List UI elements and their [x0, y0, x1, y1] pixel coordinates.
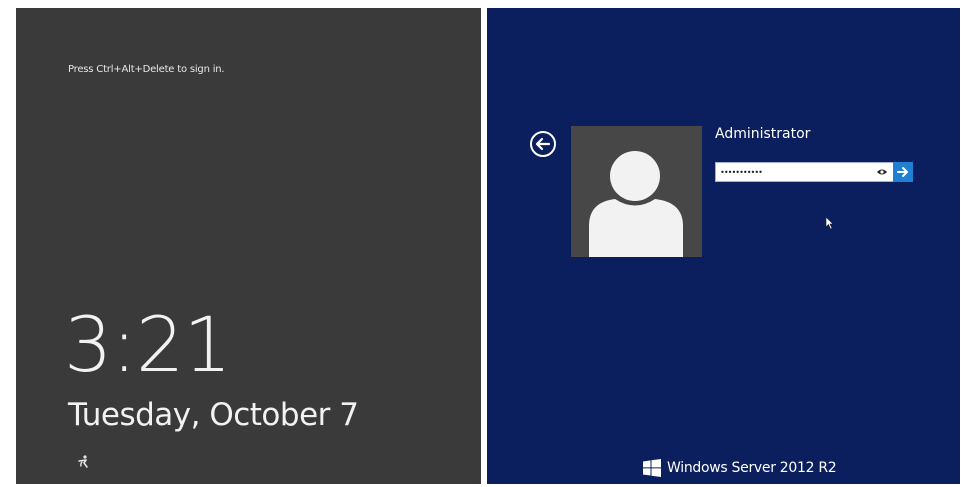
ease-of-access-icon[interactable] [76, 454, 92, 470]
arrow-right-icon [897, 167, 908, 177]
eye-icon[interactable] [876, 167, 888, 177]
sign-in-screen: Administrator Windows Server 2012 R2 [487, 8, 960, 484]
user-avatar [571, 126, 702, 257]
mouse-pointer-icon [825, 216, 834, 230]
windows-logo-icon [643, 459, 661, 477]
password-box [715, 162, 913, 182]
user-name: Administrator [715, 126, 811, 142]
sign-in-hint: Press Ctrl+Alt+Delete to sign in. [68, 64, 225, 75]
password-field[interactable] [720, 164, 870, 180]
submit-button[interactable] [893, 162, 913, 182]
user-silhouette-icon [589, 151, 683, 257]
product-brand: Windows Server 2012 R2 [643, 458, 837, 478]
lock-clock: 3:21 [64, 300, 232, 389]
back-arrow-icon[interactable] [529, 130, 557, 158]
brand-text: Windows Server 2012 R2 [667, 460, 837, 476]
lock-date: Tuesday, October 7 [68, 397, 359, 433]
lock-screen[interactable]: Press Ctrl+Alt+Delete to sign in. 3:21 T… [16, 8, 481, 484]
